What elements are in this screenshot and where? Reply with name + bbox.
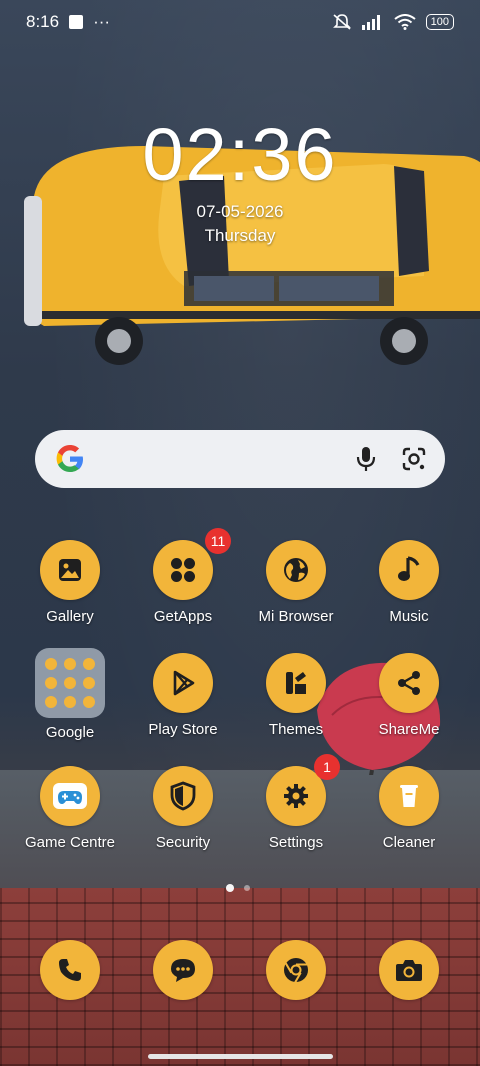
camera-icon [396, 960, 422, 981]
app-gallery[interactable]: Gallery [15, 540, 125, 625]
cleaner-icon-bg [379, 766, 439, 826]
messages-icon-bg [153, 940, 213, 1000]
chrome-icon-bg [266, 940, 326, 1000]
trash-icon [400, 785, 418, 807]
app-label: Mi Browser [258, 608, 334, 625]
message-icon [171, 959, 195, 982]
dock-camera[interactable] [379, 940, 439, 1000]
camera-icon-bg [379, 940, 439, 1000]
folder-app-dot [83, 696, 95, 708]
app-label: Security [155, 834, 211, 851]
google-lens-icon[interactable] [401, 446, 427, 472]
app-shareme[interactable]: ShareMe [354, 653, 464, 738]
folder-app-dot [83, 658, 95, 670]
share-icon [398, 671, 420, 695]
app-label: Music [389, 608, 429, 625]
app-label: ShareMe [378, 721, 440, 738]
folder-app-dot [45, 696, 57, 708]
app-label: GetApps [153, 608, 213, 625]
gear-icon [284, 784, 308, 808]
clock-day: Thursday [204, 226, 276, 245]
status-time: 8:16 [26, 12, 60, 31]
page-indicator-active [226, 884, 234, 892]
folder-icon [35, 648, 105, 718]
app-game-centre[interactable]: Game Centre [15, 766, 125, 851]
phone-icon-bg [40, 940, 100, 1000]
gallery-icon [59, 559, 81, 581]
folder-app-dot [45, 677, 57, 689]
mi-browser-icon-bg [266, 540, 326, 600]
clock-time[interactable]: 02:36 [0, 112, 480, 197]
gamepad-icon [53, 783, 87, 809]
silent-bell-icon [332, 14, 351, 30]
notification-square-icon [69, 15, 84, 29]
app-label: Gallery [46, 608, 94, 625]
themes-icon [286, 672, 306, 694]
shield-icon [170, 781, 196, 811]
app-getapps[interactable]: 11 GetApps [128, 528, 238, 625]
voice-search-mic-icon[interactable] [355, 445, 377, 473]
dock-chrome[interactable] [266, 940, 326, 1000]
home-gesture-bar[interactable] [148, 1054, 333, 1059]
themes-icon-bg [266, 653, 326, 713]
folder-google[interactable]: Google [15, 648, 125, 741]
chrome-icon [284, 958, 308, 983]
app-play-store[interactable]: Play Store [128, 653, 238, 738]
clock-date: 07-05-2026 [196, 202, 284, 221]
music-icon-bg [379, 540, 439, 600]
more-notifications-icon: ··· [93, 12, 111, 31]
google-g-icon [56, 445, 83, 472]
app-security[interactable]: Security [128, 766, 238, 851]
signal-icon [361, 15, 380, 30]
shareme-icon-bg [379, 653, 439, 713]
game-centre-icon-bg [40, 766, 100, 826]
app-themes[interactable]: Themes [241, 653, 351, 738]
folder-app-dot [64, 677, 76, 689]
apps-grid-icon [171, 558, 195, 582]
app-label: Game Centre [24, 834, 116, 851]
play-store-icon-bg [153, 653, 213, 713]
phone-icon [59, 959, 81, 981]
dock-messages[interactable] [153, 940, 213, 1000]
app-music[interactable]: Music [354, 540, 464, 625]
google-search-bar[interactable] [35, 430, 445, 488]
music-note-icon [398, 556, 420, 581]
app-label: Settings [268, 834, 324, 851]
folder-app-dot [83, 677, 95, 689]
wifi-icon [394, 14, 416, 30]
app-cleaner[interactable]: Cleaner [354, 766, 464, 851]
app-label: Google [45, 724, 95, 741]
play-store-icon [173, 670, 195, 696]
folder-app-dot [64, 696, 76, 708]
app-label: Cleaner [382, 834, 436, 851]
app-mi-browser[interactable]: Mi Browser [241, 540, 351, 625]
status-bar: 8:16 ··· 100 [0, 0, 480, 44]
gallery-icon-bg [40, 540, 100, 600]
app-settings[interactable]: 1 Settings [241, 754, 351, 851]
settings-icon-bg: 1 [266, 754, 340, 826]
notification-badge: 11 [205, 528, 231, 554]
battery-indicator: 100 [425, 14, 454, 30]
app-label: Play Store [148, 721, 218, 738]
security-icon-bg [153, 766, 213, 826]
folder-app-dot [45, 658, 57, 670]
globe-icon [284, 558, 308, 582]
page-indicator-inactive [244, 885, 250, 891]
folder-app-dot [64, 658, 76, 670]
notification-badge: 1 [314, 754, 340, 780]
getapps-icon-bg: 11 [153, 528, 231, 600]
dock-phone[interactable] [40, 940, 100, 1000]
app-label: Themes [268, 721, 324, 738]
